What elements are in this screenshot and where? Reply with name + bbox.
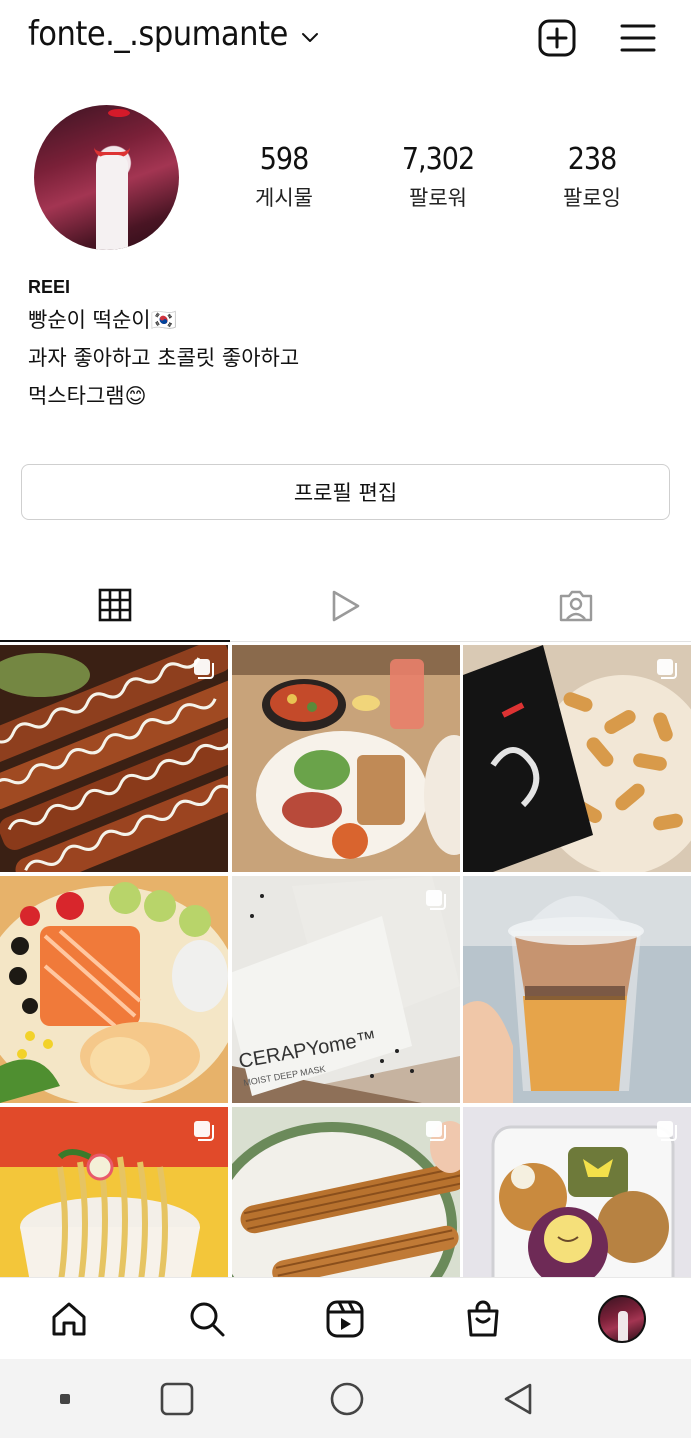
- posts-count[interactable]: 598 게시물: [219, 142, 349, 212]
- grid-post[interactable]: [0, 1107, 228, 1277]
- edit-profile-button[interactable]: 프로필 편집: [21, 464, 670, 520]
- posts-count-label: 게시물: [255, 186, 313, 210]
- multiple-posts-icon: [426, 890, 446, 910]
- grid-post[interactable]: [463, 1107, 691, 1277]
- hamburger-menu-icon: [620, 24, 656, 52]
- grid-post[interactable]: [463, 645, 691, 872]
- nav-home[interactable]: [42, 1292, 96, 1346]
- search-icon: [190, 1302, 225, 1337]
- nav-reels[interactable]: [318, 1292, 372, 1346]
- post-thumbnail: [0, 876, 228, 1103]
- tab-reels[interactable]: [230, 570, 460, 642]
- grid-post[interactable]: CERAPYome™ MOIST DEEP MASK: [232, 876, 460, 1103]
- grid-post[interactable]: [0, 645, 228, 872]
- recent-apps-button[interactable]: [50, 1377, 80, 1421]
- profile-bio: REEI 빵순이 떡순이🇰🇷 과자 좋아하고 초콜릿 좋아하고 먹스타그램😊: [28, 277, 299, 415]
- overview-button[interactable]: [325, 1377, 369, 1421]
- posts-grid: CERAPYome™ MOIST DEEP MASK: [0, 645, 691, 1277]
- nav-shop[interactable]: [456, 1292, 510, 1346]
- following-count[interactable]: 238 팔로잉: [527, 142, 657, 212]
- plus-square-icon: [538, 19, 576, 57]
- following-count-label: 팔로잉: [563, 186, 621, 210]
- profile-tabs: [0, 570, 691, 642]
- multiple-posts-icon: [194, 1121, 214, 1141]
- grid-post[interactable]: [232, 1107, 460, 1277]
- username-title[interactable]: fonte._.spumante: [28, 14, 288, 54]
- back-button[interactable]: [496, 1377, 540, 1421]
- profile-avatar[interactable]: [34, 105, 179, 250]
- recent-apps-icon: [60, 1394, 70, 1404]
- multiple-posts-icon: [426, 1121, 446, 1141]
- display-name: REEI: [28, 277, 71, 297]
- bio-line: 과자 좋아하고 초콜릿 좋아하고: [28, 346, 300, 370]
- posts-count-value: 598: [259, 142, 310, 177]
- avatar-shirt: [618, 1311, 628, 1341]
- reels-icon: [326, 1300, 364, 1338]
- reels-play-icon: [332, 590, 360, 622]
- bio-line: 빵순이 떡순이🇰🇷: [28, 308, 177, 332]
- back-triangle-icon: [504, 1383, 532, 1415]
- multiple-posts-icon: [194, 659, 214, 679]
- home-icon: [52, 1302, 86, 1336]
- home-button[interactable]: [155, 1377, 199, 1421]
- tab-tagged[interactable]: [461, 570, 691, 642]
- nav-search[interactable]: [180, 1292, 234, 1346]
- tagged-person-icon: [559, 590, 593, 622]
- following-count-value: 238: [567, 142, 618, 177]
- profile-avatar: [598, 1295, 646, 1343]
- top-bar: fonte._.spumante: [0, 0, 691, 78]
- home-square-icon: [160, 1382, 194, 1416]
- grid-post[interactable]: [0, 876, 228, 1103]
- tab-posts-grid[interactable]: [0, 570, 230, 642]
- grid-icon: [98, 588, 132, 622]
- bottom-navigation: [0, 1277, 691, 1359]
- followers-count-value: 7,302: [401, 142, 475, 177]
- circle-icon: [330, 1382, 364, 1416]
- create-post-button[interactable]: [537, 18, 577, 58]
- post-thumbnail: [232, 645, 460, 872]
- avatar-shirt: [96, 155, 128, 250]
- nav-profile[interactable]: [595, 1292, 649, 1346]
- bio-line: 먹스타그램😊: [28, 384, 147, 408]
- followers-count-label: 팔로워: [409, 186, 467, 210]
- multiple-posts-icon: [657, 659, 677, 679]
- chevron-down-icon[interactable]: [300, 30, 320, 44]
- post-thumbnail: [463, 876, 691, 1103]
- multiple-posts-icon: [657, 1121, 677, 1141]
- avatar-lips: [108, 109, 130, 117]
- system-navigation-bar: [0, 1359, 691, 1438]
- menu-button[interactable]: [618, 18, 658, 58]
- followers-count[interactable]: 7,302 팔로워: [373, 142, 503, 212]
- shop-icon: [467, 1300, 499, 1337]
- grid-post[interactable]: [232, 645, 460, 872]
- grid-post[interactable]: [463, 876, 691, 1103]
